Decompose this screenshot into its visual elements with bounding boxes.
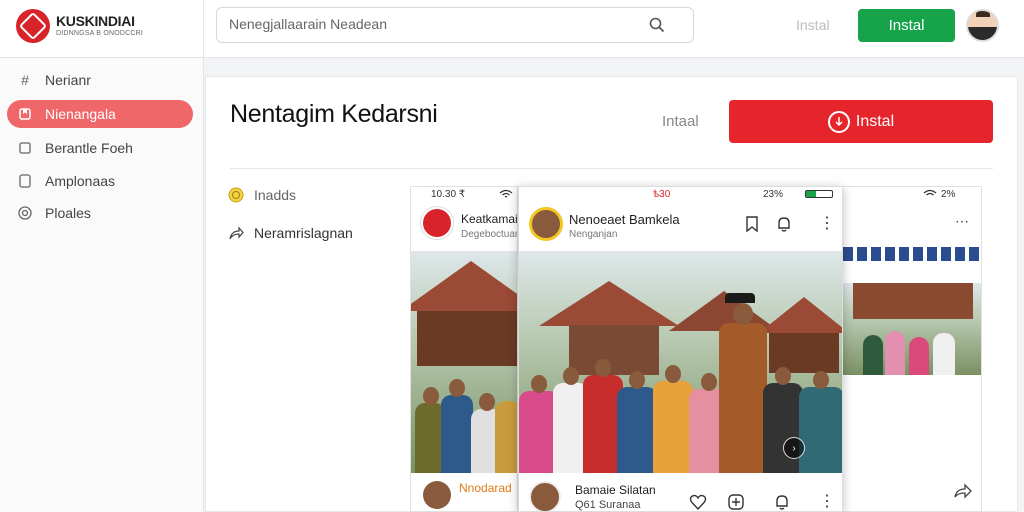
post-footer: Bamaie Silatan Q61 Suranaa ⋮ (519, 477, 842, 511)
share-icon (229, 226, 244, 240)
preview-center[interactable]: ѣ30 23% Nenoeaet Bamkela Nenganjan ⋮ › B… (518, 186, 843, 512)
post-photo[interactable] (843, 283, 981, 375)
preview-left[interactable]: 10.30 ₹ Keatkamai Degeboctuan Nnodarad (410, 186, 518, 512)
hashtag-icon: # (21, 72, 29, 88)
search-icon[interactable] (649, 17, 665, 33)
post-photo[interactable]: › (519, 251, 842, 473)
search-box[interactable] (216, 7, 694, 43)
preview-right[interactable]: 2% ⋯ (842, 186, 982, 512)
battery-status: 23% (763, 189, 784, 200)
post-name: Nenoeaet Bamkela (569, 212, 680, 227)
post-subtitle: Degeboctuan (461, 229, 518, 240)
sub-item-neramrislagnan[interactable]: Neramrislagnan (228, 225, 353, 241)
battery-icon (805, 190, 833, 198)
sub-item-label: Neramrislagnan (254, 225, 353, 241)
post-name: Keatkamai (461, 212, 518, 226)
footer-name: Bamaie Silatan (575, 483, 656, 497)
sidebar-item-berantle-foeh[interactable]: Berantle Foeh (7, 134, 193, 162)
square-icon (18, 141, 32, 155)
sidebar-item-ploales[interactable]: Ploales (7, 199, 193, 227)
sidebar-item-label: Berantle Foeh (45, 140, 133, 156)
divider (230, 168, 993, 169)
search-input[interactable] (229, 16, 629, 32)
commenter-avatar[interactable] (529, 481, 561, 511)
install-icon (827, 110, 850, 133)
sidebar-item-nerianr[interactable]: # Nerianr (7, 66, 193, 94)
footer-subtitle: Q61 Suranaa (575, 499, 641, 511)
sidebar: # Nerianr Nienangala Berantle Foeh Amplo… (0, 58, 203, 512)
coin-icon (228, 187, 244, 203)
share-icon[interactable] (953, 483, 973, 499)
install-button[interactable]: Instal (729, 100, 993, 143)
sub-item-label: Inadds (254, 187, 297, 203)
top-install-button[interactable]: Instal (858, 9, 955, 42)
square-icon (18, 174, 32, 188)
sidebar-item-label: Ploales (45, 205, 91, 221)
more-icon[interactable]: ⋯ (955, 213, 969, 230)
top-install-link[interactable]: Instal (796, 17, 829, 33)
brand-subtitle: DIDNNGSA B ONODCCRI (56, 30, 144, 37)
sidebar-divider (203, 0, 204, 512)
panel-install-link[interactable]: Intaal (662, 113, 699, 130)
sidebar-item-label: Amplonaas (45, 173, 116, 189)
user-avatar[interactable] (966, 9, 999, 42)
channel-avatar[interactable] (529, 207, 563, 241)
status-time: 10.30 ₹ (431, 189, 466, 200)
top-bar: KUSKINDIAI DIDNNGSA B ONODCCRI Instal In… (0, 0, 1024, 58)
bookmark-icon (18, 107, 32, 121)
install-button-label: Instal (855, 112, 895, 130)
channel-logo-icon[interactable] (421, 207, 453, 239)
post-subtitle: Nenganjan (569, 229, 618, 240)
sidebar-item-label: Nerianr (45, 72, 91, 88)
bookmark-icon[interactable] (743, 215, 761, 233)
bell-icon[interactable] (773, 493, 791, 511)
wifi-icon (923, 189, 937, 196)
sidebar-item-nienangala[interactable]: Nienangala (7, 100, 193, 128)
brand-logo-icon[interactable] (16, 9, 50, 43)
page-title: Nentagim Kedarsni (230, 100, 438, 128)
more-icon[interactable]: ⋮ (819, 213, 835, 233)
banner-strip (843, 247, 981, 261)
bell-icon[interactable] (775, 215, 793, 233)
footer-name: Nnodarad (459, 481, 512, 495)
battery-status: 2% (941, 189, 956, 200)
add-icon[interactable] (727, 493, 745, 511)
sidebar-item-label: Nienangala (45, 106, 116, 122)
heart-icon[interactable] (689, 493, 707, 511)
sidebar-item-amplonaas[interactable]: Amplonaas (7, 167, 193, 195)
more-icon[interactable]: ⋮ (819, 491, 835, 511)
next-arrow-icon[interactable]: › (783, 437, 805, 459)
wifi-icon (499, 189, 513, 198)
commenter-avatar[interactable] (423, 481, 451, 509)
target-icon (18, 206, 32, 220)
brand-name: KUSKINDIAI (56, 13, 135, 29)
sub-item-inadds[interactable]: Inadds (228, 187, 296, 203)
post-footer: Nnodarad (411, 477, 517, 511)
status-left: ѣ30 (653, 189, 671, 200)
post-photo[interactable] (411, 251, 517, 473)
